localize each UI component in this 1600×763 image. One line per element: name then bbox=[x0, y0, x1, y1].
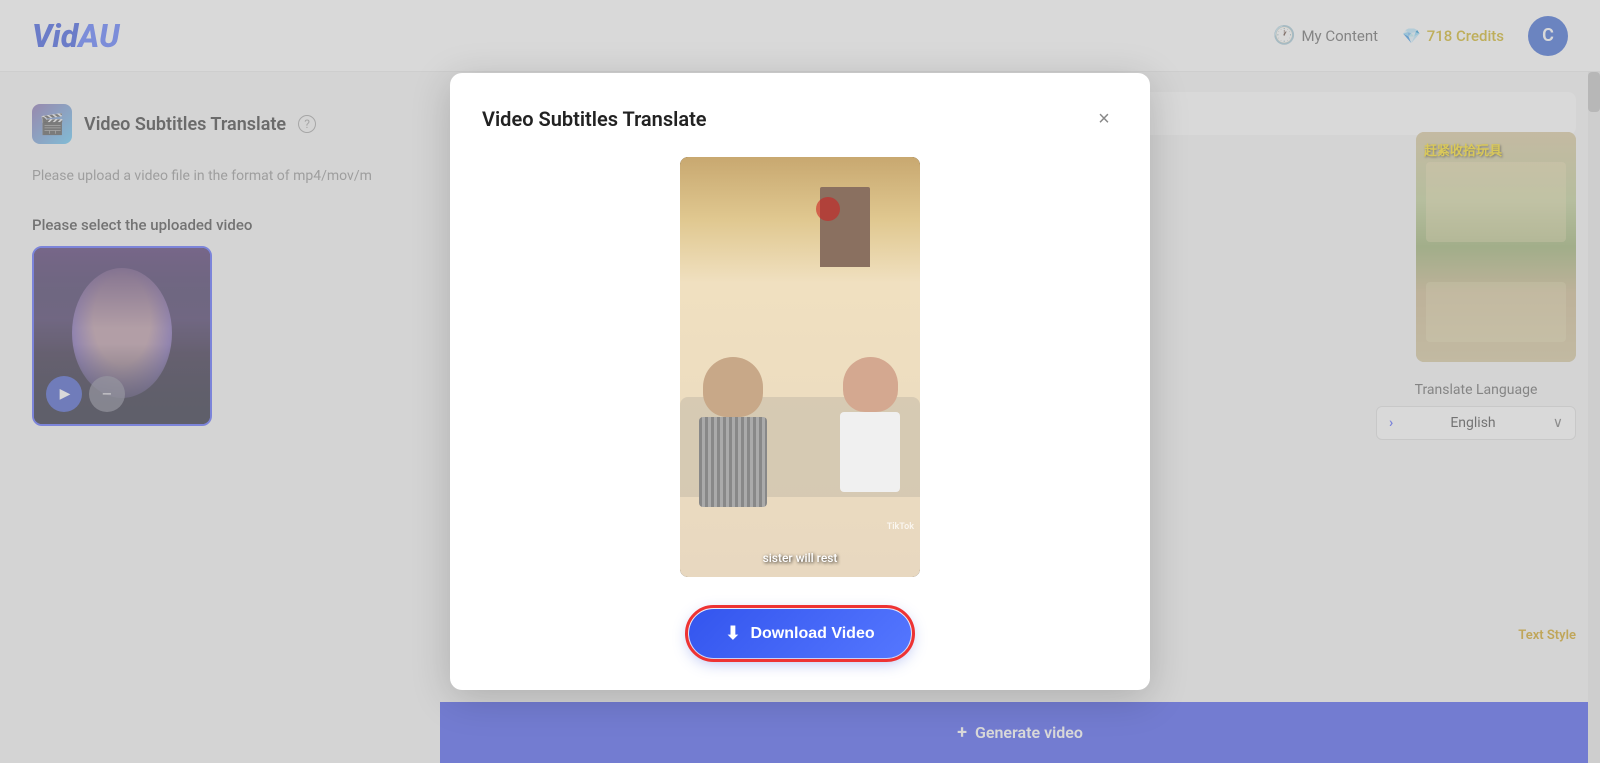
modal-header: Video Subtitles Translate × bbox=[482, 105, 1118, 133]
download-btn-highlight-border bbox=[685, 605, 914, 662]
modal-video-preview: TikTok sister will rest bbox=[680, 157, 920, 577]
modal-overlay: Video Subtitles Translate × bbox=[0, 0, 1600, 763]
modal-dialog: Video Subtitles Translate × bbox=[450, 73, 1150, 690]
video-subtitle: sister will rest bbox=[680, 551, 920, 565]
background-page: VidAU 🕐 My Content 💎 718 Credits C 🎬 bbox=[0, 0, 1600, 763]
modal-close-button[interactable]: × bbox=[1090, 105, 1118, 133]
download-btn-wrapper: ⬇ Download Video bbox=[689, 609, 910, 658]
modal-video-bg: TikTok sister will rest bbox=[680, 157, 920, 577]
tiktok-watermark: TikTok bbox=[887, 522, 914, 532]
close-icon: × bbox=[1098, 108, 1110, 131]
modal-title: Video Subtitles Translate bbox=[482, 107, 707, 131]
